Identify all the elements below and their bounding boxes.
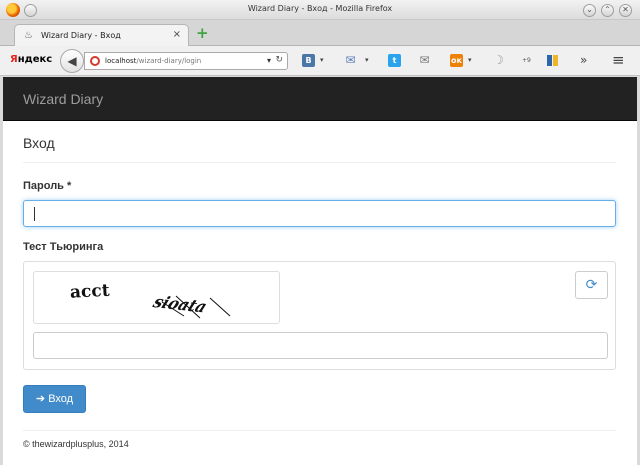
page-header: Вход: [23, 135, 616, 163]
notification-counter[interactable]: +9: [522, 57, 531, 64]
window-minimize-button[interactable]: ⌄: [583, 4, 596, 17]
envelope-icon[interactable]: ✉: [418, 54, 431, 67]
window-close-button[interactable]: ✕: [619, 4, 632, 17]
mail-dropdown-icon[interactable]: ▾: [365, 56, 369, 64]
window-title: Wizard Diary - Вход - Mozilla Firefox: [247, 4, 393, 13]
page-title: Вход: [23, 135, 55, 151]
navigation-toolbar: Яндекс ◀ localhost/wizard-diary/login ▾ …: [0, 46, 640, 76]
vk-icon[interactable]: В: [302, 54, 315, 67]
tab-wizard-diary[interactable]: ♨ Wizard Diary - Вход ×: [14, 24, 189, 46]
url-text: localhost/wizard-diary/login: [105, 57, 202, 65]
mail-icon[interactable]: ✉: [344, 54, 357, 67]
captcha-text-1: acct: [69, 281, 110, 303]
wizard-favicon-icon: ♨: [24, 30, 33, 41]
tab-strip: ♨ Wizard Diary - Вход × +: [0, 20, 640, 46]
login-submit-label: Вход: [48, 393, 74, 405]
captcha-label: Тест Тьюринга: [23, 241, 104, 253]
copyright-text: © thewizardplusplus, 2014: [23, 439, 129, 449]
toolbar-overflow-button[interactable]: »: [580, 53, 587, 67]
app-navbar: Wizard Diary: [3, 77, 637, 121]
captcha-input[interactable]: [33, 332, 608, 359]
refresh-icon: ⟳: [585, 277, 598, 293]
twitter-icon[interactable]: t: [388, 54, 401, 67]
footer: © thewizardplusplus, 2014: [23, 430, 616, 449]
brand-link[interactable]: Wizard Diary: [23, 91, 103, 107]
url-bar[interactable]: localhost/wizard-diary/login ▾ ↻: [84, 52, 288, 70]
sign-in-icon: ➔: [35, 393, 46, 405]
captcha-refresh-button[interactable]: ⟳: [575, 271, 608, 299]
login-submit-button[interactable]: ➔ Вход: [23, 385, 86, 413]
bookmark-icon[interactable]: [546, 54, 559, 67]
password-label: Пароль *: [23, 180, 72, 192]
captcha-image: acct sioata: [33, 271, 280, 324]
password-input[interactable]: [23, 200, 616, 227]
text-caret: [34, 207, 35, 221]
yandex-search-logo[interactable]: Яндекс: [10, 54, 52, 65]
tab-close-button[interactable]: ×: [173, 29, 181, 40]
back-button[interactable]: ◀: [60, 49, 84, 73]
captcha-panel: acct sioata ⟳: [23, 261, 616, 370]
weather-moon-icon[interactable]: ☽: [492, 54, 505, 67]
new-tab-button[interactable]: +: [196, 26, 209, 41]
hamburger-menu-icon[interactable]: ≡: [612, 51, 625, 69]
odnoklassniki-dropdown-icon[interactable]: ▾: [468, 56, 472, 64]
reload-icon[interactable]: ↻: [275, 55, 283, 65]
window-titlebar: Wizard Diary - Вход - Mozilla Firefox ⌄ …: [0, 0, 640, 20]
tab-title: Wizard Diary - Вход: [41, 31, 121, 40]
page-content: Wizard Diary Вход Пароль * Тест Тьюринга…: [3, 77, 637, 465]
back-arrow-icon: ◀: [67, 54, 77, 68]
vk-dropdown-icon[interactable]: ▾: [320, 56, 324, 64]
odnoklassniki-icon[interactable]: ок: [450, 54, 463, 67]
window-maximize-button[interactable]: ⌃: [601, 4, 614, 17]
url-history-dropdown-icon[interactable]: ▾: [267, 56, 271, 65]
site-identity-icon[interactable]: [90, 56, 100, 66]
